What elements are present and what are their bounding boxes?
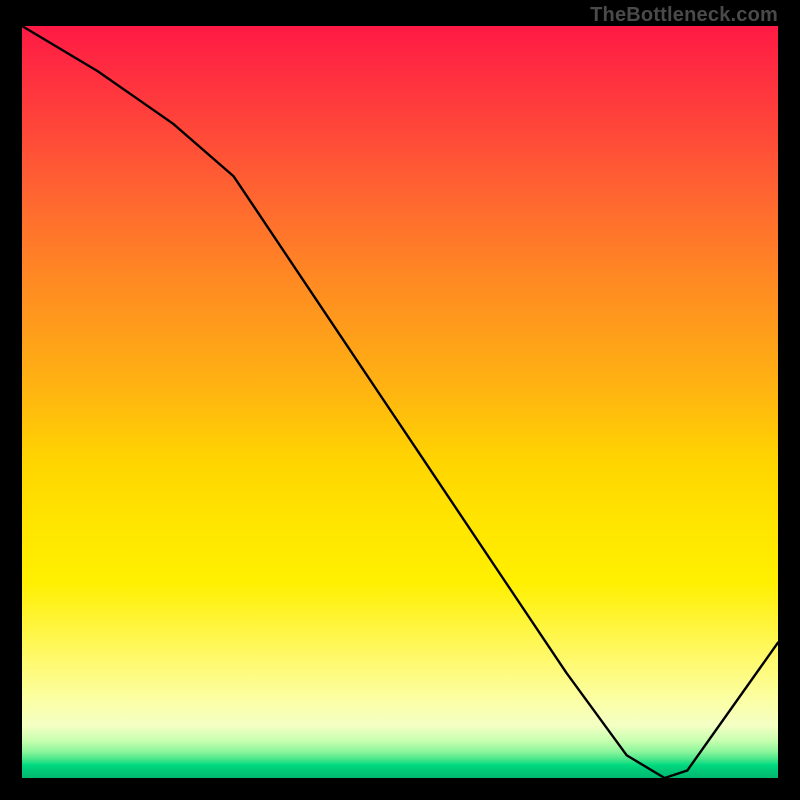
curve-svg bbox=[22, 26, 778, 778]
chart-area bbox=[22, 26, 778, 778]
watermark-text: TheBottleneck.com bbox=[590, 4, 778, 27]
bottleneck-curve-path bbox=[22, 26, 778, 778]
